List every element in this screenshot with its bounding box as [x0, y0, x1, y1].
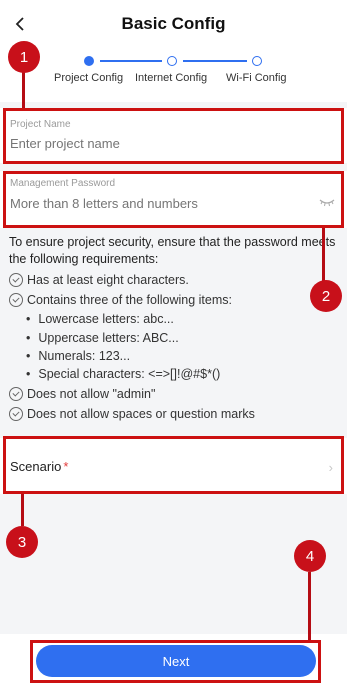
check-circle-icon	[9, 387, 23, 401]
page-title: Basic Config	[121, 14, 226, 33]
requirement-text: Does not allow spaces or question marks	[27, 407, 255, 421]
requirement-item: Does not allow spaces or question marks	[9, 407, 255, 421]
check-circle-icon	[9, 293, 23, 307]
step-indicator: Project Config Internet Config Wi-Fi Con…	[0, 54, 347, 94]
form-background	[0, 494, 347, 634]
requirement-item: Has at least eight characters.	[9, 273, 189, 287]
management-password-field[interactable]: Management Password	[0, 171, 347, 228]
scenario-label: Scenario *	[10, 459, 68, 474]
eye-closed-icon[interactable]	[319, 198, 335, 208]
requirement-text: Contains three of the following items:	[27, 293, 232, 307]
next-button[interactable]: Next	[36, 645, 316, 677]
management-password-label: Management Password	[10, 178, 116, 189]
annotation-marker-4: 4	[294, 540, 326, 572]
header: Basic Config	[0, 0, 347, 50]
chevron-right-icon: ›	[328, 460, 333, 475]
step-label-internet-config: Internet Config	[135, 72, 208, 84]
requirement-subitem: Special characters: <=>[]!@#$*()	[26, 367, 220, 381]
scenario-selector[interactable]: Scenario * ›	[0, 438, 347, 494]
requirement-item: Does not allow "admin"	[9, 387, 155, 401]
step-label-project-config: Project Config	[54, 72, 124, 84]
step-dot-inactive	[252, 56, 262, 66]
project-name-label: Project Name	[10, 119, 71, 130]
annotation-connector	[308, 572, 311, 640]
requirement-subitem: Lowercase letters: abc...	[26, 312, 173, 326]
requirement-subitem: Numerals: 123...	[26, 349, 130, 363]
annotation-connector	[22, 72, 25, 108]
management-password-input[interactable]	[10, 196, 300, 211]
scenario-label-text: Scenario	[10, 459, 62, 474]
step-dot-inactive	[167, 56, 177, 66]
project-name-input[interactable]	[10, 136, 300, 151]
step-label-wifi-config: Wi-Fi Config	[226, 72, 287, 84]
requirement-subitem: Uppercase letters: ABC...	[26, 331, 178, 345]
annotation-connector	[322, 228, 325, 283]
step-dot-active	[84, 56, 94, 66]
project-name-field[interactable]: Project Name	[0, 108, 347, 163]
requirement-text: Has at least eight characters.	[27, 273, 189, 287]
step-connector	[100, 60, 162, 62]
annotation-marker-1: 1	[8, 41, 40, 73]
step-connector	[183, 60, 247, 62]
annotation-connector	[21, 494, 24, 526]
annotation-marker-3: 3	[6, 526, 38, 558]
password-requirements-intro: To ensure project security, ensure that …	[9, 235, 336, 266]
check-circle-icon	[9, 273, 23, 287]
requirement-item: Contains three of the following items:	[9, 293, 232, 307]
annotation-marker-2: 2	[310, 280, 342, 312]
check-circle-icon	[9, 407, 23, 421]
requirement-text: Does not allow "admin"	[27, 387, 156, 401]
required-asterisk: *	[63, 459, 69, 474]
section-gap	[0, 163, 347, 171]
